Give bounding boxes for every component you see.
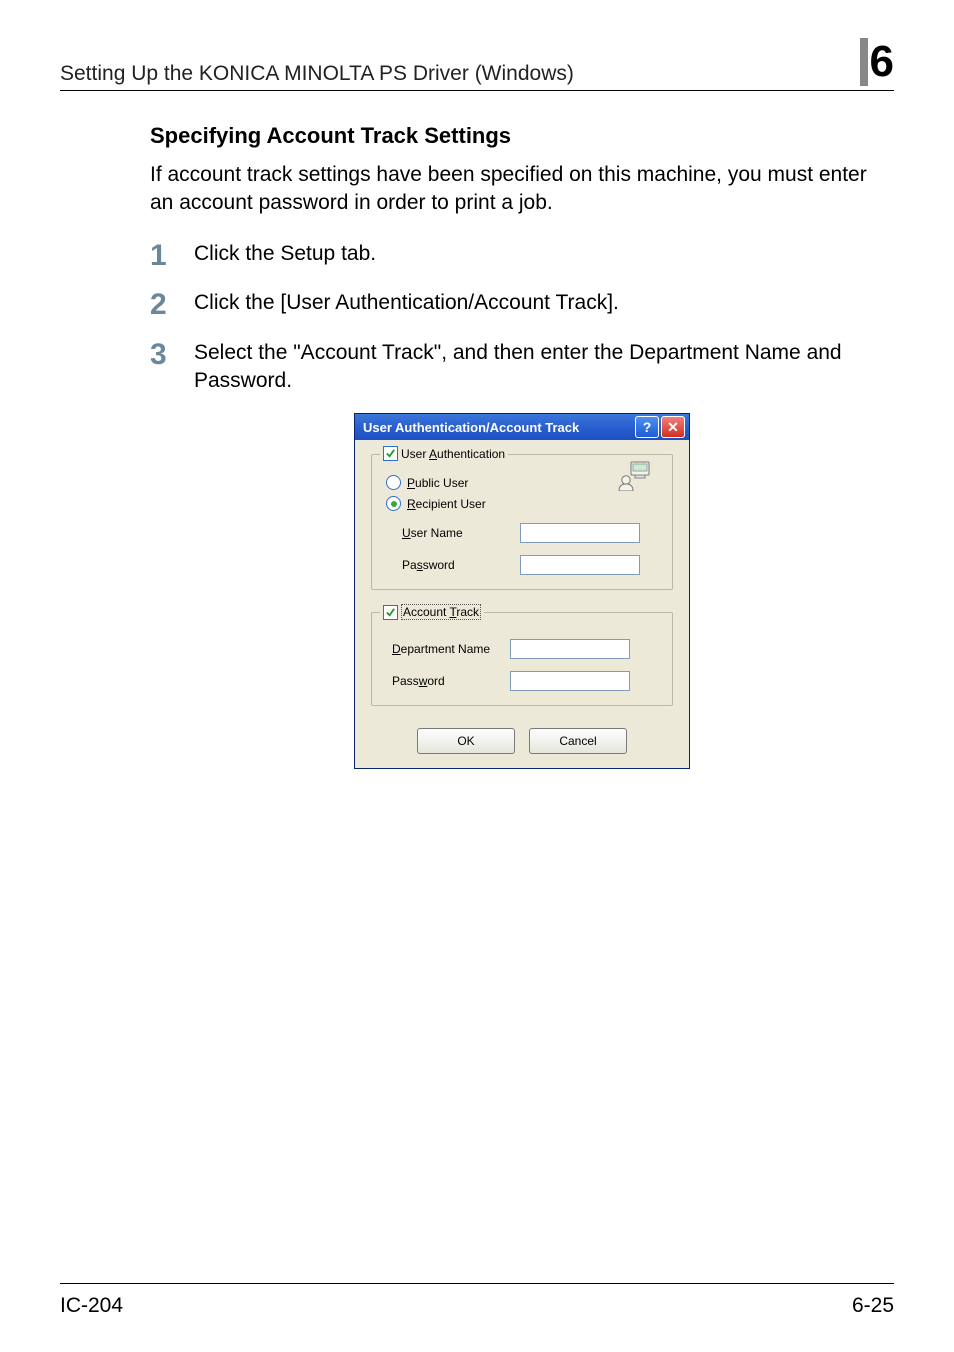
user-name-input[interactable] [520, 523, 640, 543]
running-head: Setting Up the KONICA MINOLTA PS Driver … [60, 62, 860, 86]
step-text: Select the "Account Track", and then ent… [194, 339, 894, 396]
chapter-indicator: 6 [860, 38, 894, 86]
account-password-input[interactable] [510, 671, 630, 691]
footer-model: IC-204 [60, 1294, 123, 1318]
radio-icon [386, 496, 401, 511]
checkbox-icon [383, 605, 398, 620]
step-3: 3 Select the "Account Track", and then e… [150, 339, 894, 396]
page-header: Setting Up the KONICA MINOLTA PS Driver … [60, 38, 894, 91]
public-user-label: Public User [407, 476, 468, 490]
checkbox-icon [383, 446, 398, 461]
titlebar-help-button[interactable]: ? [635, 416, 659, 438]
radio-icon [386, 475, 401, 490]
department-name-input[interactable] [510, 639, 630, 659]
step-number: 2 [150, 289, 194, 321]
dialog-titlebar[interactable]: User Authentication/Account Track ? ✕ [355, 414, 689, 440]
department-name-label: Department Name [384, 642, 510, 656]
page-footer: IC-204 6-25 [60, 1283, 894, 1318]
cancel-button[interactable]: Cancel [529, 728, 627, 754]
user-auth-account-track-dialog: User Authentication/Account Track ? ✕ Us… [354, 413, 690, 769]
account-track-checkbox[interactable]: Account Track [380, 604, 484, 620]
step-1: 1 Click the Setup tab. [150, 240, 894, 272]
footer-page-number: 6-25 [852, 1294, 894, 1318]
server-user-icon [618, 461, 652, 494]
chapter-number: 6 [870, 40, 894, 84]
recipient-user-label: Recipient User [407, 497, 486, 511]
account-track-group: Account Track Department Name Password [371, 612, 673, 706]
section-heading: Specifying Account Track Settings [150, 123, 894, 149]
recipient-user-radio[interactable]: Recipient User [386, 496, 660, 511]
ok-button[interactable]: OK [417, 728, 515, 754]
step-number: 1 [150, 240, 194, 272]
dialog-title: User Authentication/Account Track [359, 420, 633, 435]
user-authentication-label: User Authentication [401, 447, 505, 461]
section-intro: If account track settings have been spec… [150, 161, 894, 218]
user-authentication-checkbox[interactable]: User Authentication [380, 446, 508, 461]
chapter-tab-icon [860, 38, 868, 86]
user-authentication-group: User Authentication Public Use [371, 454, 673, 590]
account-track-label: Account Track [401, 604, 481, 620]
titlebar-close-button[interactable]: ✕ [661, 416, 685, 438]
user-password-input[interactable] [520, 555, 640, 575]
step-text: Click the Setup tab. [194, 240, 376, 268]
user-name-label: User Name [384, 526, 520, 540]
step-text: Click the [User Authentication/Account T… [194, 289, 619, 317]
step-2: 2 Click the [User Authentication/Account… [150, 289, 894, 321]
user-password-label: Password [384, 558, 520, 572]
step-number: 3 [150, 339, 194, 371]
account-password-label: Password [384, 674, 510, 688]
